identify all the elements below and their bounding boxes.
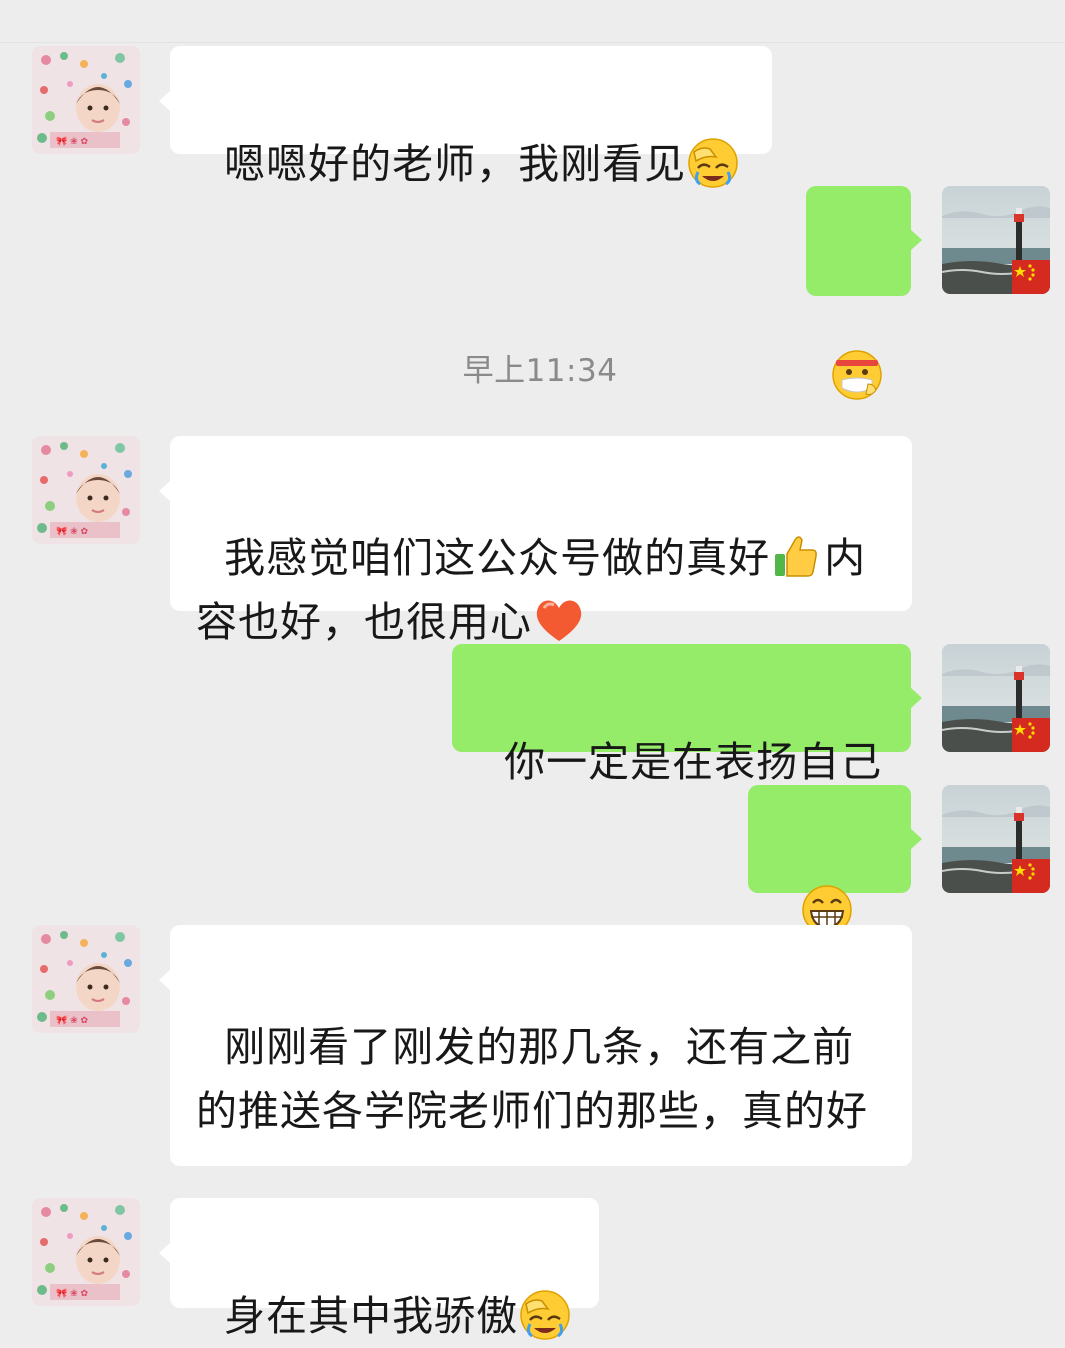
chat-timestamp: 早上11:34 <box>462 353 618 389</box>
avatar-contact[interactable] <box>32 925 140 1033</box>
thumbs-up-emoji-icon <box>770 530 824 584</box>
message-bubble-self[interactable]: 你一定是在表扬自己 <box>452 644 922 786</box>
avatar-contact[interactable] <box>32 1198 140 1306</box>
facepalm-emoji-icon <box>518 1288 572 1342</box>
message-text: 我感觉咱们这公众号做的真好 <box>224 534 771 582</box>
facepalm-emoji-icon <box>686 136 740 190</box>
message-bubble[interactable]: 身在其中我骄傲 <box>159 1198 599 1308</box>
message-text: 嗯嗯好的老师，我刚看见 <box>224 140 687 188</box>
message-bubble[interactable]: 我感觉咱们这公众号做的真好 内容也好，也很用心 <box>159 436 912 646</box>
avatar-self[interactable] <box>942 186 1050 294</box>
message-text: 你一定是在表扬自己 <box>504 738 883 786</box>
message-text: 身在其中我骄傲 <box>224 1292 519 1340</box>
avatar-self[interactable] <box>942 644 1050 752</box>
avatar-contact[interactable] <box>32 436 140 544</box>
message-bubble-self[interactable] <box>748 785 922 893</box>
message-bubble[interactable]: 嗯嗯好的老师，我刚看见 <box>159 46 772 154</box>
heart-emoji-icon <box>532 594 586 648</box>
message-bubble[interactable]: 刚刚看了刚发的那几条，还有之前的推送各学院老师们的那些，真的好 <box>159 925 912 1166</box>
avatar-self[interactable] <box>942 785 1050 893</box>
top-divider <box>0 42 1065 43</box>
avatar-contact[interactable] <box>32 46 140 154</box>
message-bubble-self[interactable] <box>806 186 922 296</box>
message-text: 刚刚看了刚发的那几条，还有之前的推送各学院老师们的那些，真的好 <box>196 1023 868 1135</box>
